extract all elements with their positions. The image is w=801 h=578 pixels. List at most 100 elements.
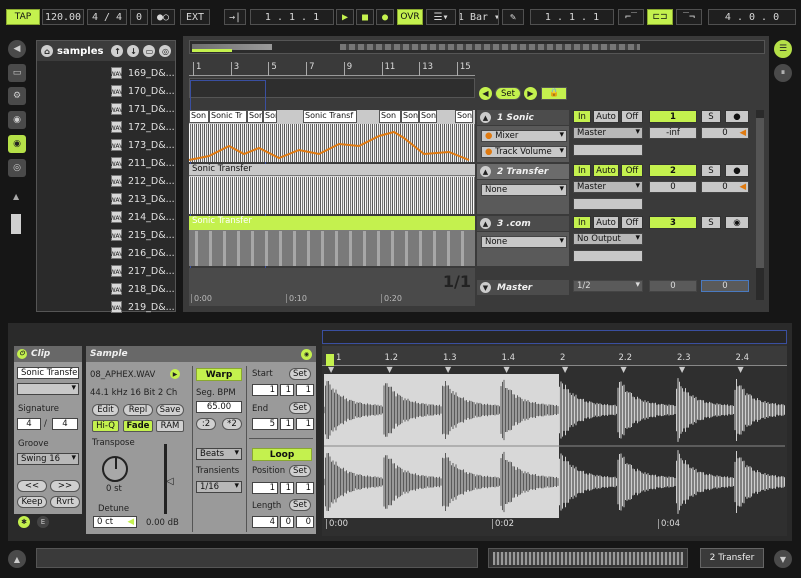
warp-toggle[interactable]: Warp xyxy=(196,368,242,381)
groove-dropdown[interactable]: Swing 16 xyxy=(17,453,79,465)
warp-marker-icon[interactable]: ▼ xyxy=(328,366,334,374)
browser-file-item[interactable]: WAV 213_D&... xyxy=(37,190,175,208)
loop-toggle[interactable]: Loop xyxy=(252,448,312,461)
sample-panel-toggle-icon[interactable]: ◉ xyxy=(301,348,312,360)
warp-marker-icon[interactable]: ▼ xyxy=(504,366,510,374)
start-field-part[interactable]: 1 xyxy=(280,384,294,396)
len-field-part[interactable]: 4 xyxy=(252,516,278,528)
browser-scroll-thumb[interactable] xyxy=(11,214,21,234)
arrangement-ruler[interactable]: 1 3 5 7 9 11 13 15 xyxy=(189,62,475,76)
pos-field-part[interactable]: 1 xyxy=(252,482,278,494)
fold-master-icon[interactable]: ▼ xyxy=(480,282,491,293)
keep-button[interactable]: Keep xyxy=(17,496,47,508)
sample-overview[interactable] xyxy=(322,330,787,344)
track-2-solo-button[interactable]: S xyxy=(701,164,721,177)
fold-track-icon[interactable]: ▲ xyxy=(480,112,491,123)
next-locator-icon[interactable]: ▶ xyxy=(524,87,537,100)
track-1-volume-field[interactable]: -inf xyxy=(649,127,697,139)
warp-markers[interactable]: ▼ ▼ ▼ ▼ ▼ ▼ ▼ ▼ xyxy=(322,366,787,374)
track-3-off-button[interactable]: Off xyxy=(621,216,643,229)
track-1-clip[interactable]: Son xyxy=(379,110,401,123)
metronome-toggle[interactable]: ●○ xyxy=(151,9,175,25)
track-3-arm-button[interactable]: ◉ xyxy=(725,216,749,229)
track-2-off-button[interactable]: Off xyxy=(621,164,643,177)
browser-file-item[interactable]: WAV 217_D&... xyxy=(37,262,175,280)
signature-denominator[interactable]: 4 xyxy=(52,418,78,430)
track-3-device-chooser[interactable]: None xyxy=(481,236,567,248)
sample-play-icon[interactable]: ▶ xyxy=(170,369,180,379)
track-1-output-dropdown[interactable]: Master xyxy=(573,127,643,139)
browser-file-item[interactable]: WAV 173_D&... xyxy=(37,136,175,154)
track-2-output-dropdown[interactable]: Master xyxy=(573,181,643,193)
track-1-clip[interactable]: Sonic Tr xyxy=(209,110,247,123)
folder-down-icon[interactable]: ↓ xyxy=(127,45,140,57)
scrub-area[interactable] xyxy=(189,78,475,98)
scroll-up-icon[interactable]: ▲ xyxy=(13,192,21,201)
overdub-button[interactable]: OVR xyxy=(397,9,423,25)
warp-marker-icon[interactable]: ▼ xyxy=(621,366,627,374)
browser-file-item[interactable]: WAV 214_D&... xyxy=(37,208,175,226)
track-1-clip[interactable]: Sonic Transf xyxy=(303,110,357,123)
arrangement-scrollbar[interactable] xyxy=(756,110,764,300)
file-browser-icon[interactable]: ▭ xyxy=(8,64,26,82)
fold-track-icon[interactable]: ▲ xyxy=(480,218,491,229)
browser-file-item[interactable]: WAV 212_D&... xyxy=(37,172,175,190)
effects-browser-icon[interactable]: ◉ xyxy=(8,111,26,129)
track-2-name-header[interactable]: ▲ 2 Transfer xyxy=(477,164,569,179)
overview-strip[interactable] xyxy=(189,40,765,54)
show-arrangement-icon[interactable]: ⏸ xyxy=(774,64,792,82)
double-tempo-button[interactable]: *2 xyxy=(222,418,242,430)
show-detail-icon[interactable]: ▼ xyxy=(774,550,792,568)
track-1-pan-field[interactable]: 0 ◀ xyxy=(701,127,749,139)
warp-marker-icon[interactable]: ▼ xyxy=(679,366,685,374)
start-field-part[interactable]: 1 xyxy=(296,384,314,396)
track-1-clip[interactable]: Son xyxy=(401,110,419,123)
record-button[interactable]: ● xyxy=(376,9,394,25)
track-1-name-header[interactable]: ▲ 1 Sonic xyxy=(477,110,569,125)
samples-browser-icon[interactable]: ◉ xyxy=(8,135,26,153)
track-3-activator[interactable]: 3 xyxy=(649,216,697,229)
track-2-arm-button[interactable]: ● xyxy=(725,164,749,177)
browser-file-item[interactable]: WAV 216_D&... xyxy=(37,244,175,262)
play-button[interactable]: ▶ xyxy=(336,9,354,25)
track-3-input-button[interactable]: In xyxy=(573,216,591,229)
song-position-field[interactable]: 1 . 1 . 1 xyxy=(250,9,334,25)
revert-button[interactable]: Rvrt xyxy=(50,496,80,508)
browser-file-item[interactable]: WAV 172_D&... xyxy=(37,118,175,136)
prev-clip-button[interactable]: << xyxy=(17,480,47,492)
quantize-dropdown[interactable]: 1 Bar ▾ xyxy=(459,9,499,25)
track-1-control-chooser[interactable]: ● Track Volume xyxy=(481,146,567,158)
track-3-auto-button[interactable]: Auto xyxy=(593,216,619,229)
track-2-auto-button[interactable]: Auto xyxy=(593,164,619,177)
transpose-knob[interactable] xyxy=(102,456,128,482)
track-1-arm-button[interactable]: ● xyxy=(725,110,749,123)
track-1-lane[interactable]: SonSonic TrSonSonSonic TransfSonSonSonSo… xyxy=(189,110,475,162)
clip-activator-icon[interactable]: ⏻ xyxy=(17,349,27,359)
track-1-device-chooser[interactable]: ● Mixer xyxy=(481,130,567,142)
fade-toggle[interactable]: Fade xyxy=(123,420,153,432)
end-field-part[interactable]: 5 xyxy=(252,418,278,430)
tempo-field[interactable]: 120.00 xyxy=(42,9,84,25)
master-lane[interactable]: 1/1 0:00 0:10 0:20 xyxy=(189,268,475,306)
set-locator-button[interactable]: Set xyxy=(495,87,521,100)
track-1-clip[interactable]: Son xyxy=(419,110,437,123)
instrument-browser-icon[interactable]: ◎ xyxy=(8,159,26,177)
lock-envelope-button[interactable]: 🔒 xyxy=(541,87,567,100)
browser-file-item[interactable]: WAV 171_D&... xyxy=(37,100,175,118)
quantize-menu-button[interactable]: ☰▾ xyxy=(426,9,456,25)
warp-marker-icon[interactable]: ▼ xyxy=(562,366,568,374)
master-track-header[interactable]: ▼ Master xyxy=(477,280,569,295)
signature-numerator[interactable]: 4 xyxy=(17,418,41,430)
folder-up-icon[interactable]: ↑ xyxy=(111,45,124,57)
browser-file-item[interactable]: WAV 170_D&... xyxy=(37,82,175,100)
track-1-input-button[interactable]: In xyxy=(573,110,591,123)
time-signature-field[interactable]: 4 / 4 xyxy=(87,9,127,25)
track-3-output-dropdown[interactable]: No Output xyxy=(573,233,643,245)
plugin-browser-icon[interactable]: ⚙ xyxy=(8,87,26,105)
sample-waveform[interactable] xyxy=(324,374,785,518)
track-2-lane[interactable]: Sonic Transfer xyxy=(189,164,475,214)
edit-sample-button[interactable]: Edit xyxy=(92,404,119,416)
track-2-device-chooser[interactable]: None xyxy=(481,184,567,196)
save-sample-button[interactable]: Save xyxy=(156,404,184,416)
ext-sync-button[interactable]: EXT xyxy=(180,9,210,25)
